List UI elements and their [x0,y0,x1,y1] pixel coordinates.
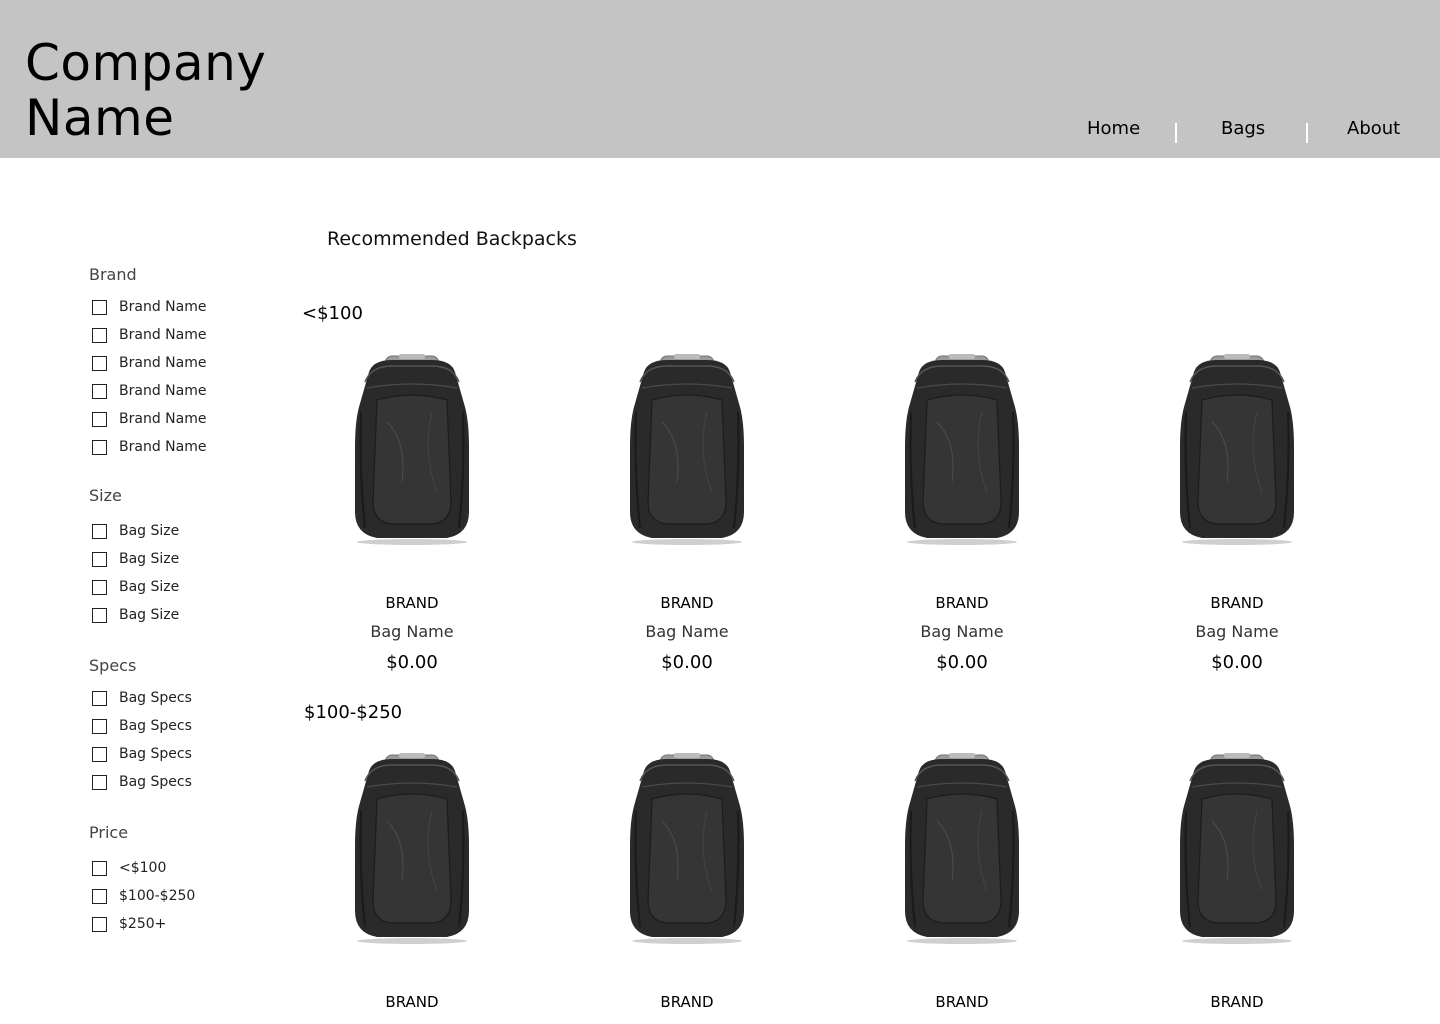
product-name[interactable]: Bag Name [1127,622,1347,641]
product-card[interactable]: BRAND [852,751,1072,1011]
filter-size-option[interactable]: Bag Size [92,607,179,623]
nav-bags-link[interactable]: Bags [1221,118,1265,139]
filter-brand-option[interactable]: Brand Name [92,383,206,399]
filter-size-title: Size [89,486,122,505]
filter-price-title: Price [89,823,129,842]
checkbox-icon[interactable] [92,411,107,427]
checkbox-icon[interactable] [92,774,107,790]
product-price: $0.00 [936,652,988,673]
backpack-image[interactable] [622,751,752,946]
checkbox-icon[interactable] [92,579,107,595]
filter-brand-option[interactable]: Brand Name [92,439,206,455]
product-card[interactable]: BRAND Bag Name $0.00 [577,352,797,673]
product-card[interactable]: BRAND Bag Name $0.00 [302,352,522,673]
checkbox-icon[interactable] [92,690,107,706]
checkbox-icon[interactable] [92,860,107,876]
filter-specs-option[interactable]: Bag Specs [92,774,192,790]
product-price: $0.00 [1211,652,1263,673]
checkbox-icon[interactable] [92,888,107,904]
filter-size-option[interactable]: Bag Size [92,523,179,539]
backpack-image[interactable] [622,352,752,547]
product-brand: BRAND [660,993,714,1011]
price-group-heading: $100-$250 [304,702,403,723]
product-brand: BRAND [1210,993,1264,1011]
logo-line-1: Company [25,34,267,92]
product-card[interactable]: BRAND Bag Name $0.00 [1127,352,1347,673]
filter-specs-option[interactable]: Bag Specs [92,690,192,706]
checkbox-icon[interactable] [92,718,107,734]
site-header: Company Name Home Bags About [0,0,1440,158]
main-nav: Home Bags About [0,118,1440,144]
backpack-image[interactable] [897,751,1027,946]
nav-divider [1175,123,1177,143]
checkbox-icon[interactable] [92,746,107,762]
filter-size-option[interactable]: Bag Size [92,551,179,567]
product-brand: BRAND [385,594,439,612]
product-brand: BRAND [385,993,439,1011]
product-brand: BRAND [935,993,989,1011]
product-card[interactable]: BRAND [302,751,522,1011]
product-name[interactable]: Bag Name [852,622,1072,641]
page-title: Recommended Backpacks [327,228,577,250]
filter-brand-title: Brand [89,265,137,284]
backpack-image[interactable] [1172,751,1302,946]
product-card[interactable]: BRAND [1127,751,1347,1011]
filter-brand-option[interactable]: Brand Name [92,355,206,371]
checkbox-icon[interactable] [92,327,107,343]
filter-price-option[interactable]: <$100 [92,860,166,876]
filter-specs-option[interactable]: Bag Specs [92,746,192,762]
product-brand: BRAND [935,594,989,612]
filter-brand-option[interactable]: Brand Name [92,299,206,315]
filter-specs-option[interactable]: Bag Specs [92,718,192,734]
nav-home-link[interactable]: Home [1087,118,1140,139]
checkbox-icon[interactable] [92,523,107,539]
product-price: $0.00 [386,652,438,673]
checkbox-icon[interactable] [92,551,107,567]
price-group-heading: <$100 [302,303,363,324]
product-name[interactable]: Bag Name [577,622,797,641]
checkbox-icon[interactable] [92,299,107,315]
product-price: $0.00 [661,652,713,673]
backpack-image[interactable] [347,352,477,547]
checkbox-icon[interactable] [92,383,107,399]
nav-divider [1306,123,1308,143]
product-brand: BRAND [660,594,714,612]
backpack-image[interactable] [1172,352,1302,547]
filter-brand-option[interactable]: Brand Name [92,411,206,427]
product-card[interactable]: BRAND [577,751,797,1011]
product-card[interactable]: BRAND Bag Name $0.00 [852,352,1072,673]
filter-price-option[interactable]: $250+ [92,916,166,932]
product-brand: BRAND [1210,594,1264,612]
filter-brand-option[interactable]: Brand Name [92,327,206,343]
backpack-image[interactable] [347,751,477,946]
nav-about-link[interactable]: About [1347,118,1400,139]
checkbox-icon[interactable] [92,439,107,455]
product-name[interactable]: Bag Name [302,622,522,641]
filter-specs-title: Specs [89,656,137,675]
checkbox-icon[interactable] [92,607,107,623]
checkbox-icon[interactable] [92,355,107,371]
checkbox-icon[interactable] [92,916,107,932]
filter-size-option[interactable]: Bag Size [92,579,179,595]
filter-price-option[interactable]: $100-$250 [92,888,195,904]
backpack-image[interactable] [897,352,1027,547]
